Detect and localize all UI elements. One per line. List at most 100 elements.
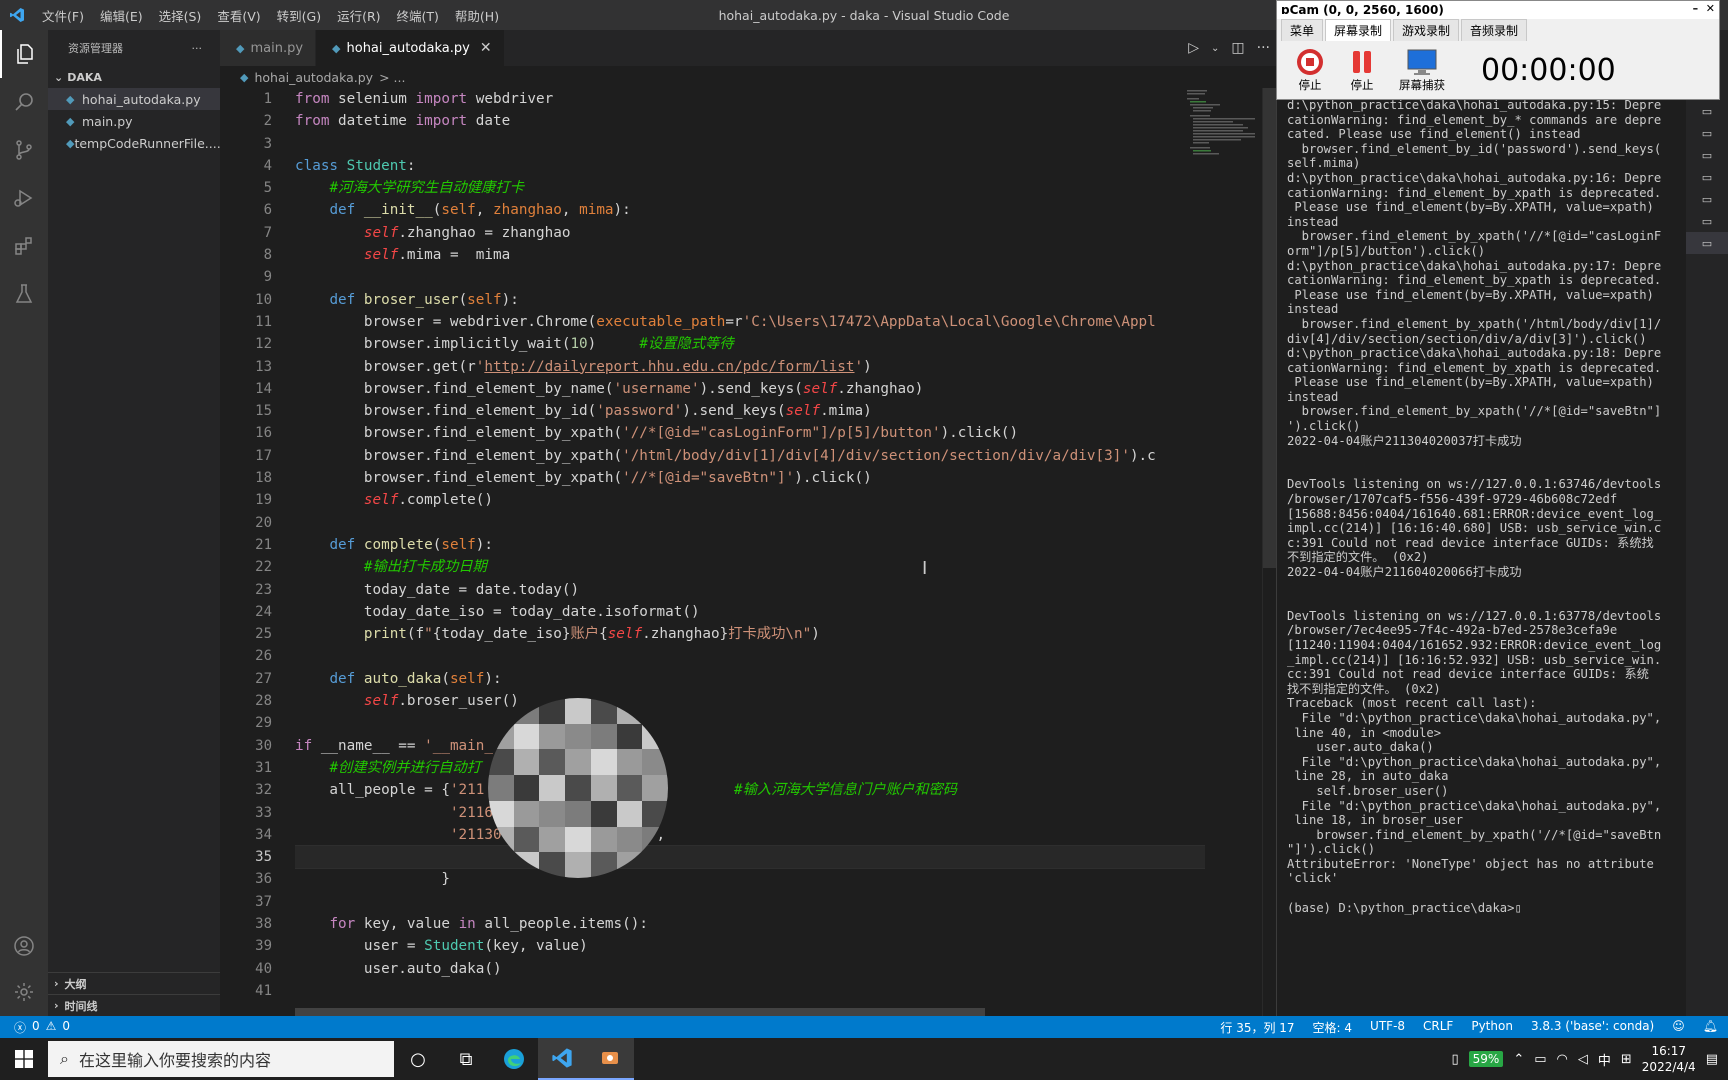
usb-icon[interactable]: ▭ [1534,1052,1546,1067]
chevron-down-icon[interactable]: ⌄ [1211,43,1219,54]
edge-browser-icon[interactable] [490,1038,538,1080]
recorder-taskbar-icon[interactable] [586,1038,634,1080]
minimap[interactable] [1185,88,1265,188]
code-line: def auto_daka(self): [329,670,502,687]
gear-icon[interactable] [0,968,48,1016]
timeline-section[interactable]: › 时间线 [48,994,220,1016]
feedback-icon[interactable]: ☺ [1672,1019,1685,1036]
source-control-icon[interactable] [0,126,48,174]
split-editor-icon[interactable]: ◫ [1231,40,1244,56]
menu-go[interactable]: 转到(G) [269,6,329,25]
menu-edit[interactable]: 编辑(E) [92,6,151,25]
status-bar: ⓧ 0 ⚠ 0 行 35，列 17 空格: 4 UTF-8 CRLF Pytho… [0,1016,1728,1038]
terminal-instance-icon[interactable]: ▭ [1686,210,1728,232]
extensions-icon[interactable] [0,222,48,270]
vscode-taskbar-icon[interactable] [538,1038,586,1080]
tab-main-py[interactable]: ◆ main.py [220,30,317,66]
encoding[interactable]: UTF-8 [1370,1019,1405,1036]
tab-hohai-autodaka[interactable]: ◆ hohai_autodaka.py ✕ [316,30,505,66]
terminal-instance-icon[interactable]: ▭ [1686,122,1728,144]
keyboard-icon[interactable]: ⊞ [1621,1052,1632,1067]
stop-record-button[interactable]: 停止 [1295,47,1325,93]
folder-daka[interactable]: ⌄ DAKA [48,66,220,88]
network-icon[interactable]: ◠ [1557,1052,1568,1067]
file-hohai-autodaka[interactable]: ◆ hohai_autodaka.py [48,88,220,110]
screen-capture-button[interactable]: 屏幕捕获 [1399,47,1445,93]
warning-count: 0 [62,1018,71,1033]
breadcrumb-rest[interactable]: > ... [379,70,405,85]
volume-icon[interactable]: ◁ [1578,1052,1588,1067]
ime-indicator[interactable]: 中 [1598,1050,1611,1069]
clock[interactable]: 16:17 2022/4/4 [1642,1043,1696,1075]
vscode-logo-icon[interactable] [0,0,34,30]
indentation[interactable]: 空格: 4 [1313,1019,1353,1036]
code-editor[interactable]: 1 2 3 4 5 6 7 8 9 10 11 12 13 14 15 16 17 18 19 20 21 22 23 24 2… [220,88,1276,1016]
recorder-tab-screen[interactable]: 屏幕录制 [1325,19,1392,41]
cursor-position[interactable]: 行 35，列 17 [1220,1019,1294,1036]
file-tempcoderunner[interactable]: ◆ tempCodeRunnerFile.... [48,132,220,154]
activity-bar [0,30,48,1016]
run-debug-icon[interactable] [0,174,48,222]
battery-icon[interactable]: ▯ [1452,1052,1459,1067]
run-file-icon[interactable]: ▷ [1188,40,1199,56]
menu-view[interactable]: 查看(V) [209,6,268,25]
notification-center-icon[interactable]: ▤ [1706,1052,1718,1067]
terminal-instance-icon[interactable]: ▭ [1686,232,1728,254]
cortana-icon[interactable]: ○ [394,1038,442,1080]
task-view-icon[interactable]: ⧉ [442,1038,490,1080]
terminal-instance-icon[interactable]: ▭ [1686,188,1728,210]
notifications-icon[interactable]: 🔔︎ [1703,1019,1718,1036]
scrollbar-thumb[interactable] [295,1008,985,1016]
terminal-panel[interactable]: d:\python_practice\daka\hohai_autodaka.p… [1276,30,1686,1016]
windows-start-icon[interactable] [0,1038,48,1080]
breadcrumb: ◆ hohai_autodaka.py > ... [220,66,1276,88]
outline-section[interactable]: › 大纲 [48,972,220,994]
line-ending[interactable]: CRLF [1423,1019,1453,1036]
menu-help[interactable]: 帮助(H) [447,6,507,25]
terminal-output[interactable]: d:\python_practice\daka\hohai_autodaka.p… [1287,98,1685,1016]
terminal-instance-icon[interactable]: ▭ [1686,166,1728,188]
code-line: def broser_user(self): [329,291,519,308]
recorder-tab-game[interactable]: 游戏录制 [1393,19,1460,41]
recorder-tab-menu[interactable]: 菜单 [1281,19,1324,41]
horizontal-scrollbar[interactable] [295,1006,1205,1016]
menu-run[interactable]: 运行(R) [329,6,388,25]
vertical-scrollbar[interactable] [1262,88,1276,1016]
breadcrumb-file[interactable]: hohai_autodaka.py [254,70,373,85]
terminal-instance-icon[interactable]: ▭ [1686,100,1728,122]
recorder-tab-audio[interactable]: 音频录制 [1461,19,1528,41]
menu-selection[interactable]: 选择(S) [151,6,210,25]
terminal-instance-icon[interactable]: ▭ [1686,144,1728,166]
file-main[interactable]: ◆ main.py [48,110,220,132]
line-number: 7 [263,224,272,241]
python-interpreter[interactable]: 3.8.3 ('base': conda) [1531,1019,1654,1036]
pause-label: 停止 [1350,78,1374,92]
testing-icon[interactable] [0,270,48,318]
code-content[interactable]: from selenium import webdriver from date… [295,88,1205,1002]
more-actions-icon[interactable]: ··· [192,42,203,55]
line-number: 31 [255,759,272,776]
line-number: 4 [263,157,272,174]
explorer-sidebar: 资源管理器 ··· ⌄ DAKA ◆ hohai_autodaka.py ◆ m… [48,30,220,1016]
code-line: browser.find_element_by_xpath('/html/bod… [295,447,1156,464]
account-icon[interactable] [0,922,48,970]
line-number: 24 [255,603,272,620]
problems-indicator[interactable]: ⓧ 0 ⚠ 0 [0,1019,70,1036]
menu-terminal[interactable]: 终端(T) [389,6,447,25]
more-actions-icon[interactable]: ··· [1257,40,1270,56]
line-number: 13 [255,358,272,375]
pause-button[interactable]: 停止 [1347,47,1377,93]
close-icon[interactable]: ✕ [480,40,492,56]
line-number: 17 [255,447,272,464]
scrollbar-thumb[interactable] [1263,88,1276,568]
window-controls[interactable]: – ✕ [1693,2,1715,15]
search-icon[interactable] [0,78,48,126]
explorer-icon[interactable] [0,30,48,78]
line-number: 38 [255,915,272,932]
taskbar-search[interactable]: ⌕ 在这里输入你要搜索的内容 [48,1041,394,1077]
stop-icon [1297,49,1323,75]
chevron-up-icon[interactable]: ⌃ [1513,1052,1524,1067]
menu-file[interactable]: 文件(F) [34,6,92,25]
language-mode[interactable]: Python [1471,1019,1513,1036]
